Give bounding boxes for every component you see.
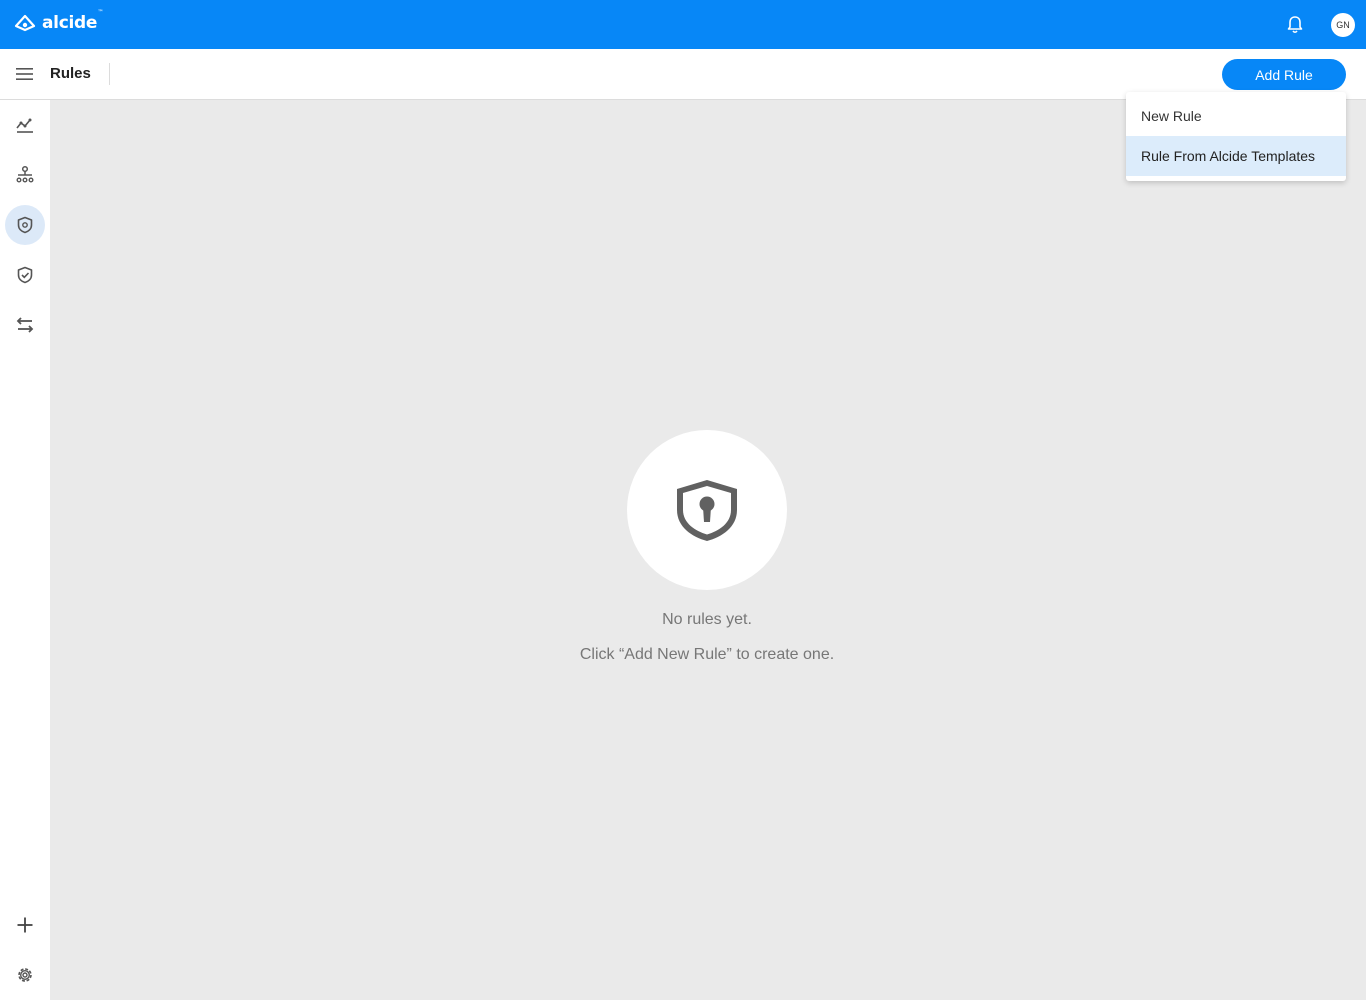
analytics-icon [16,118,33,133]
menu-item-new-rule[interactable]: New Rule [1126,96,1346,136]
sidebar-item-add[interactable] [5,905,45,945]
sidebar-item-compliance[interactable] [5,255,45,295]
logo-trademark: ™ [97,9,104,16]
empty-state-subtitle: Click “Add New Rule” to create one. [579,646,835,663]
keyhole-shield-icon [677,480,737,541]
add-rule-button[interactable]: Add Rule [1222,59,1346,90]
alcide-logo-icon [14,14,36,32]
logo-text: alcide ™ [42,9,104,33]
empty-state-title: No rules yet. [662,611,752,628]
title-divider [109,63,110,85]
sidebar-item-settings[interactable] [5,955,45,995]
empty-state-illustration [627,430,787,590]
topology-icon [16,165,34,183]
top-bar: alcide ™ GN [0,0,1366,49]
sidebar [0,100,50,1000]
rules-shield-icon [17,216,33,234]
user-avatar[interactable]: GN [1331,13,1355,37]
settings-icon [18,968,32,982]
sidebar-item-analytics[interactable] [5,105,45,145]
compliance-shield-icon [17,266,33,284]
alcide-logo[interactable]: alcide ™ [14,9,104,33]
menu-item-rule-from-templates[interactable]: Rule From Alcide Templates [1126,136,1346,176]
page-title: Rules [50,65,91,82]
transfer-icon [16,317,34,333]
hamburger-menu-icon[interactable] [14,65,36,83]
sidebar-item-transfer[interactable] [5,305,45,345]
plus-icon [17,917,33,933]
notifications-bell-icon[interactable] [1284,13,1306,42]
sidebar-item-rules[interactable] [5,205,45,245]
sidebar-item-topology[interactable] [5,155,45,195]
add-rule-dropdown: New Rule Rule From Alcide Templates [1126,92,1346,181]
